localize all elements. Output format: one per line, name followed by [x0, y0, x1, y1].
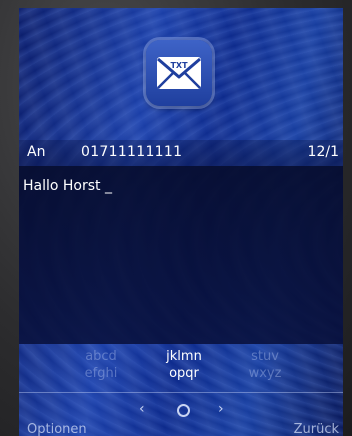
to-label: An: [27, 144, 46, 160]
svg-text:TXT: TXT: [170, 61, 188, 70]
options-softkey[interactable]: Optionen: [27, 422, 87, 436]
key-group-jklmn[interactable]: jklmn opqr: [154, 348, 214, 382]
key-group-abcd[interactable]: abcd efghi: [71, 348, 131, 382]
recipient-number[interactable]: 01711111111: [81, 144, 182, 160]
predictive-keypad: abcd efghi jklmn opqr stuv wxyz: [19, 344, 343, 392]
recipient-row: An 01711111111 12/1: [19, 140, 343, 166]
key-group-jklmn-bottom: opqr: [169, 366, 199, 381]
key-group-abcd-top: abcd: [85, 349, 117, 364]
phone-screen: TXT An 01711111111 12/1 Hallo Horst _ ab…: [19, 8, 343, 436]
nav-center-select-icon[interactable]: [177, 404, 190, 417]
key-group-stuv-bottom: wxyz: [248, 366, 282, 381]
key-group-stuv[interactable]: stuv wxyz: [235, 348, 295, 382]
back-softkey[interactable]: Zurück: [294, 422, 339, 436]
key-group-stuv-top: stuv: [251, 349, 279, 364]
envelope-icon: TXT: [157, 57, 201, 89]
key-group-abcd-bottom: efghi: [84, 366, 118, 381]
message-text: Hallo Horst _: [23, 178, 112, 194]
nav-right-arrow-icon[interactable]: ›: [218, 401, 224, 417]
navigation-row: ‹ ›: [19, 400, 343, 422]
message-text-area[interactable]: Hallo Horst _: [19, 166, 343, 344]
nav-left-arrow-icon[interactable]: ‹: [139, 401, 145, 417]
character-counter: 12/1: [307, 144, 339, 160]
key-group-jklmn-top: jklmn: [166, 349, 202, 364]
divider: [19, 392, 343, 393]
txt-envelope-icon: TXT: [146, 40, 212, 106]
